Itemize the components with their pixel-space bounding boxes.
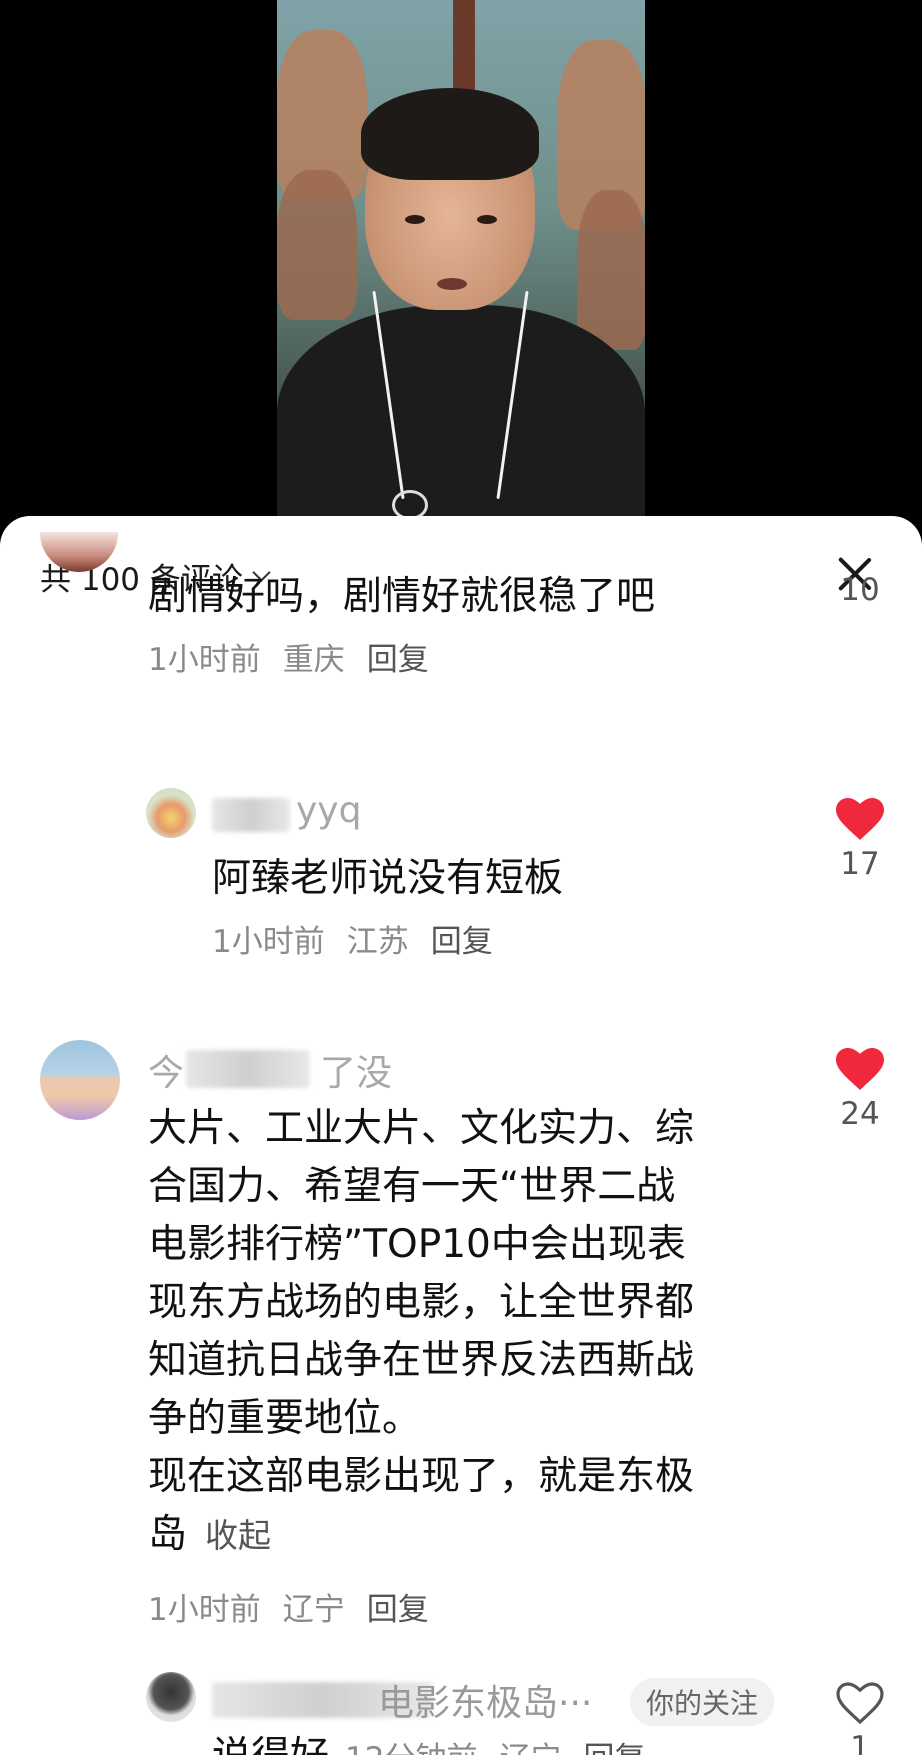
reply-button[interactable]: 回复 <box>431 916 493 961</box>
comment-username-start[interactable]: 今 <box>148 1044 184 1096</box>
comment-text: 说得好 12分钟前 辽宁 回复 <box>212 1728 645 1755</box>
username-blurred <box>186 1050 310 1088</box>
poster-figure <box>577 190 645 350</box>
comment-location: 辽宁 <box>499 1730 561 1755</box>
comment-username[interactable]: 电影东极岛··· <box>378 1674 592 1726</box>
comment-text-line: 争的重要地位。 <box>148 1396 422 1441</box>
heart-filled-icon <box>836 798 884 840</box>
speaker-mouth <box>437 278 467 290</box>
avatar[interactable] <box>40 1040 120 1120</box>
comment-time: 1小时前 <box>148 642 261 678</box>
reply-button[interactable]: 回复 <box>367 634 429 679</box>
comment-text: 阿臻老师说没有短板 <box>212 856 564 901</box>
comment-text-line: 大片、工业大片、文化实力、综 <box>148 1106 695 1151</box>
comment-text-line: 电影排行榜”TOP10中会出现表 <box>148 1222 686 1267</box>
speaker-eye <box>477 215 497 224</box>
comment-text: 剧情好吗，剧情好就很稳了吧 <box>148 574 656 619</box>
like-button[interactable]: 1 <box>830 1682 890 1755</box>
collapse-button[interactable]: 收起 <box>205 1516 271 1555</box>
avatar[interactable] <box>146 788 196 838</box>
comment-text-block: 大片、工业大片、文化实力、综 合国力、希望有一天“世界二战 电影排行榜”TOP1… <box>148 1100 788 1565</box>
comment-meta: 1小时前 江苏 回复 <box>212 916 493 961</box>
speaker-eye <box>405 215 425 224</box>
comment-username-end[interactable]: 了没 <box>320 1044 392 1096</box>
like-button[interactable]: 10 <box>830 572 890 608</box>
like-button[interactable]: 17 <box>830 798 890 882</box>
heart-filled-icon <box>836 1048 884 1090</box>
like-count: 1 <box>850 1730 870 1755</box>
comment-text-line: 现在这部电影出现了，就是东极 <box>148 1454 695 1499</box>
like-count: 24 <box>840 1096 880 1132</box>
like-count: 17 <box>840 846 880 882</box>
like-button[interactable]: 24 <box>830 1048 890 1132</box>
reply-button[interactable]: 回复 <box>367 1584 429 1629</box>
comments-sheet: 共 100 条评论 剧情好吗，剧情好就很稳了吧 1小时前 重庆 回复 10 yy… <box>0 516 922 1755</box>
comment-time: 1小时前 <box>148 1592 261 1628</box>
comment-text-line-last: 岛收起 <box>148 1506 788 1565</box>
comment-location: 辽宁 <box>282 1592 345 1628</box>
comment-time: 1小时前 <box>212 924 325 960</box>
reply-button[interactable]: 回复 <box>583 1730 645 1755</box>
comment-location: 江苏 <box>346 924 409 960</box>
comment-text-line: 现东方战场的电影，让全世界都 <box>148 1280 695 1325</box>
comment-username[interactable]: yyq <box>296 790 361 831</box>
comment-text-line: 岛 <box>148 1512 188 1557</box>
comment-time: 12分钟前 <box>345 1730 477 1755</box>
username-blurred <box>212 798 290 832</box>
video-area[interactable] <box>0 0 922 530</box>
speaker-body <box>277 305 645 530</box>
comment-text-line: 合国力、希望有一天“世界二战 <box>148 1164 676 1209</box>
comment-meta: 12分钟前 辽宁 回复 <box>345 1730 645 1755</box>
comment-meta: 1小时前 重庆 回复 <box>148 634 429 679</box>
video-frame[interactable] <box>277 0 645 530</box>
comment-text-line: 知道抗日战争在世界反法西斯战 <box>148 1338 695 1383</box>
poster-figure <box>277 170 357 320</box>
heart-outline-icon <box>836 1682 884 1724</box>
speaker-hair <box>361 88 539 180</box>
comment-text-body: 说得好 <box>212 1728 329 1755</box>
comment-location: 重庆 <box>282 642 345 678</box>
following-badge: 你的关注 <box>630 1678 775 1726</box>
comment-meta: 1小时前 辽宁 回复 <box>148 1584 429 1629</box>
avatar[interactable] <box>146 1672 196 1722</box>
like-count: 10 <box>840 572 880 608</box>
